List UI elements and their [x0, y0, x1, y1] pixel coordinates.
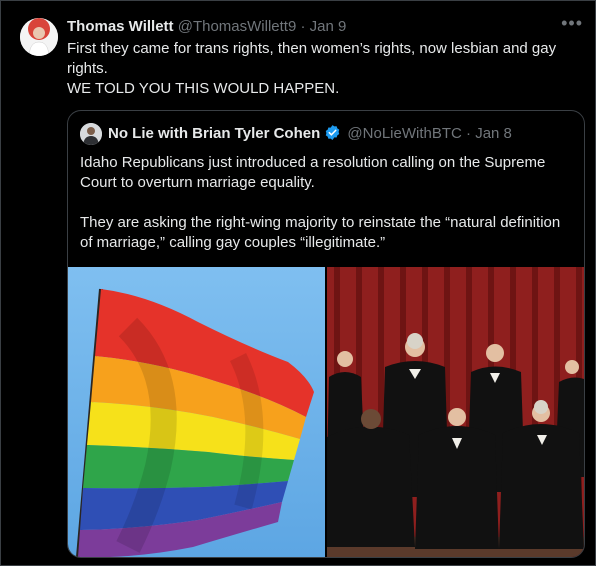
quoted-header: No Lie with Brian Tyler Cohen @NoLieWith…: [108, 124, 512, 147]
tweet-card: Thomas Willett @ThomasWillett9 · Jan 9 •…: [0, 0, 596, 566]
quoted-text: Idaho Republicans just introduced a reso…: [80, 153, 570, 253]
quoted-author-name[interactable]: No Lie with Brian Tyler Cohen: [108, 125, 320, 142]
supreme-court-justices-photo[interactable]: [327, 267, 584, 557]
tweet-header: Thomas Willett @ThomasWillett9 · Jan 9: [67, 17, 565, 37]
quoted-text-line: They are asking the right-wing majority …: [80, 214, 561, 231]
quoted-media: [68, 267, 584, 557]
quoted-text-line: [80, 193, 570, 213]
tweet-date[interactable]: Jan 9: [310, 18, 347, 35]
tweet-text-line: WE TOLD YOU THIS WOULD HAPPEN.: [67, 80, 340, 97]
quoted-text-line: Court to overturn marriage equality.: [80, 174, 315, 191]
quoted-text-line: Idaho Republicans just introduced a reso…: [80, 154, 546, 171]
tweet-text-line: rights.: [67, 60, 108, 77]
tweet-text-line: First they came for trans rights, then w…: [67, 40, 557, 57]
quoted-author-avatar[interactable]: [80, 123, 102, 145]
separator: ·: [300, 18, 306, 35]
author-avatar[interactable]: [20, 18, 58, 56]
quoted-date[interactable]: Jan 8: [475, 125, 512, 142]
separator: ·: [466, 125, 472, 142]
author-handle[interactable]: @ThomasWillett9: [178, 18, 297, 35]
quoted-text-line: of marriage,” calling gay couples “illeg…: [80, 234, 386, 251]
more-options-icon[interactable]: •••: [561, 13, 583, 34]
author-name[interactable]: Thomas Willett: [67, 18, 174, 35]
quoted-tweet[interactable]: No Lie with Brian Tyler Cohen @NoLieWith…: [67, 110, 585, 558]
quoted-handle[interactable]: @NoLieWithBTC: [347, 125, 461, 142]
rainbow-flag-photo[interactable]: [68, 267, 325, 557]
tweet-text: First they came for trans rights, then w…: [67, 39, 567, 99]
verified-badge-icon: [324, 124, 341, 147]
